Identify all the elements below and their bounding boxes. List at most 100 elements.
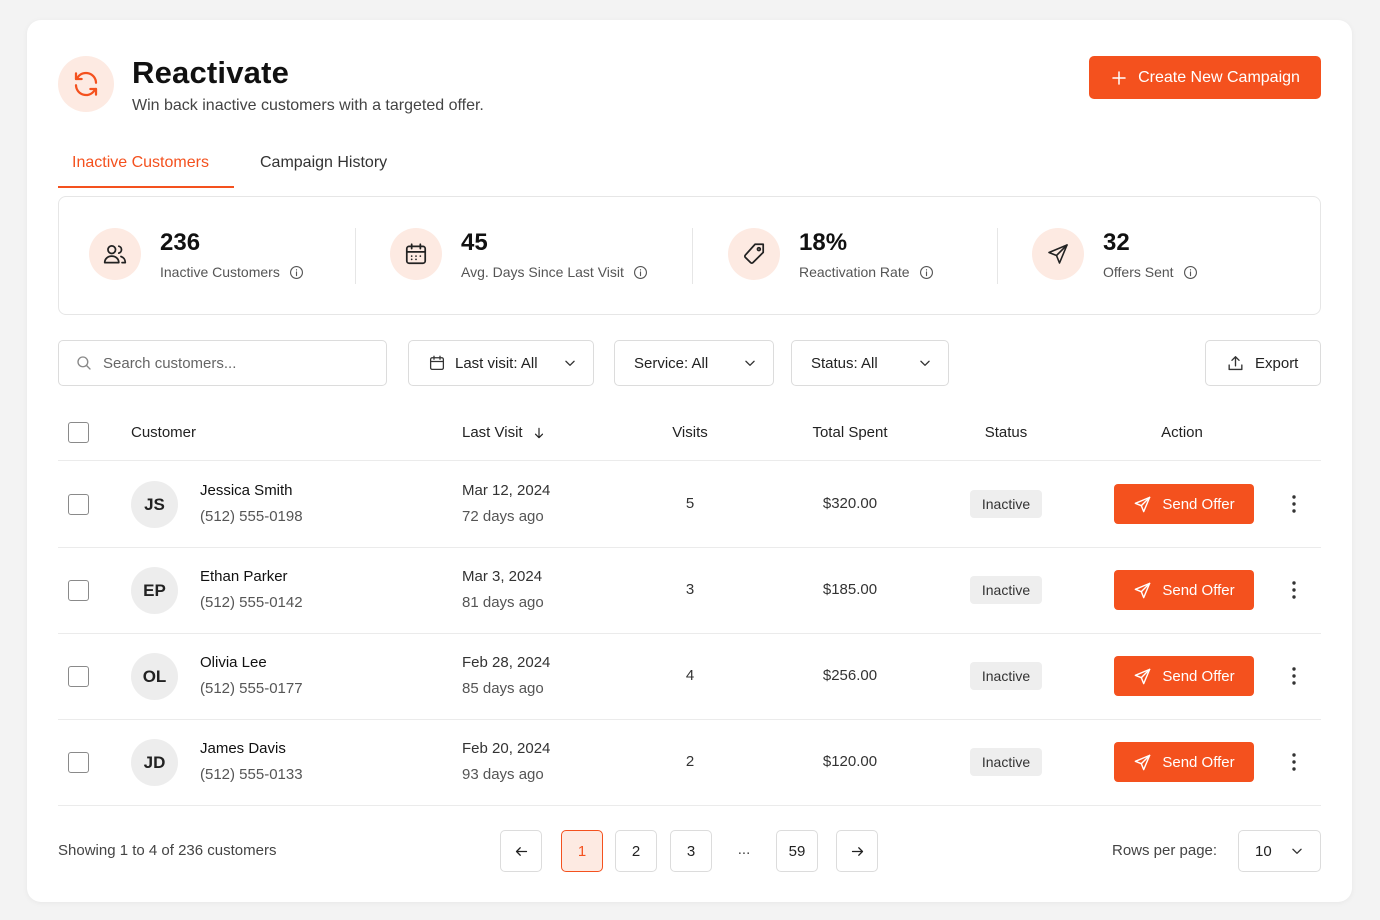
arrow-right-icon [851,846,863,856]
users-icon [89,228,141,280]
column-header-status[interactable]: Status [970,424,1042,441]
column-header-action: Action [1161,424,1203,441]
page-title: Reactivate [132,55,290,90]
total-spent: $185.00 [822,581,878,598]
more-options-icon[interactable] [1285,494,1303,514]
create-campaign-label: Create New Campaign [1138,68,1300,86]
status-badge: Inactive [970,576,1042,604]
status-badge: Inactive [970,748,1042,776]
last-visit-date: Feb 20, 2024 [462,740,551,757]
stats-panel: 236 Inactive Customers 45 Avg. Days Sinc… [58,196,1321,315]
send-icon [1135,668,1151,684]
visits-count: 3 [685,581,695,598]
last-visit-filter[interactable]: Last visit: All [408,340,594,386]
tab-campaign-history[interactable]: Campaign History [260,154,387,172]
status-badge: Inactive [970,490,1042,518]
upload-icon [1228,355,1243,370]
info-icon[interactable] [919,265,934,280]
stat-value: 32 [1103,229,1130,256]
active-tab-indicator [58,186,234,188]
send-offer-label: Send Offer [1162,495,1235,513]
sort-arrow-down-icon[interactable] [532,426,546,440]
customer-name[interactable]: Olivia Lee [200,654,267,671]
last-visit-ago: 72 days ago [462,508,544,525]
search-placeholder: Search customers... [103,354,237,372]
row-checkbox[interactable] [68,494,89,515]
row-checkbox[interactable] [68,666,89,687]
customer-phone: (512) 555-0133 [200,766,303,783]
export-button[interactable]: Export [1205,340,1321,386]
table-row: JS Jessica Smith (512) 555-0198 Mar 12, … [27,461,1352,547]
page-button-1[interactable]: 1 [561,830,603,872]
customer-name[interactable]: James Davis [200,740,286,757]
total-spent: $320.00 [822,495,878,512]
send-icon [1032,228,1084,280]
stat-divider [997,228,998,284]
send-offer-button[interactable]: Send Offer [1114,570,1254,610]
info-icon[interactable] [289,265,304,280]
last-visit-filter-value: Last visit: All [455,354,538,372]
arrow-left-icon [515,846,527,856]
create-campaign-button[interactable]: Create New Campaign [1089,56,1321,99]
avatar: EP [131,567,178,614]
stat-label: Avg. Days Since Last Visit [461,264,624,280]
row-checkbox[interactable] [68,752,89,773]
status-filter[interactable]: Status: All [791,340,949,386]
column-header-customer[interactable]: Customer [131,424,196,441]
chevron-down-icon [1292,848,1302,854]
customer-phone: (512) 555-0142 [200,594,303,611]
last-visit-ago: 81 days ago [462,594,544,611]
service-filter[interactable]: Service: All [614,340,774,386]
calendar-icon [390,228,442,280]
send-icon [1135,582,1151,598]
stat-value: 45 [461,229,488,256]
service-filter-value: Service: All [634,354,709,372]
customer-name[interactable]: Ethan Parker [200,568,288,585]
search-input[interactable]: Search customers... [58,340,387,386]
more-options-icon[interactable] [1285,752,1303,772]
rows-per-page-value: 10 [1255,842,1272,860]
tab-inactive-customers[interactable]: Inactive Customers [72,154,209,172]
showing-count: Showing 1 to 4 of 236 customers [58,842,277,859]
page-button-last[interactable]: 59 [776,830,818,872]
visits-count: 5 [685,495,695,512]
previous-page-button[interactable] [500,830,542,872]
column-header-last-visit[interactable]: Last Visit [462,424,546,441]
status-badge: Inactive [970,662,1042,690]
info-icon[interactable] [633,265,648,280]
chevron-down-icon [920,360,930,366]
stat-label: Reactivation Rate [799,264,910,280]
last-visit-date: Mar 12, 2024 [462,482,551,499]
send-offer-label: Send Offer [1162,581,1235,599]
send-offer-button[interactable]: Send Offer [1114,484,1254,524]
row-checkbox[interactable] [68,580,89,601]
column-header-visits[interactable]: Visits [630,424,750,441]
send-offer-label: Send Offer [1162,753,1235,771]
status-filter-value: Status: All [811,354,878,372]
chevron-down-icon [745,360,755,366]
more-options-icon[interactable] [1285,666,1303,686]
rows-per-page-select[interactable]: 10 [1238,830,1321,872]
visits-count: 4 [685,667,695,684]
next-page-button[interactable] [836,830,878,872]
avatar: JD [131,739,178,786]
avatar: JS [131,481,178,528]
info-icon[interactable] [1183,265,1198,280]
customer-name[interactable]: Jessica Smith [200,482,293,499]
customer-phone: (512) 555-0177 [200,680,303,697]
last-visit-ago: 85 days ago [462,680,544,697]
send-offer-button[interactable]: Send Offer [1114,742,1254,782]
row-divider [58,805,1321,806]
send-offer-label: Send Offer [1162,667,1235,685]
send-offer-button[interactable]: Send Offer [1114,656,1254,696]
page-button-3[interactable]: 3 [670,830,712,872]
total-spent: $256.00 [822,667,878,684]
more-options-icon[interactable] [1285,580,1303,600]
avatar: OL [131,653,178,700]
page-button-2[interactable]: 2 [615,830,657,872]
stat-divider [355,228,356,284]
select-all-checkbox[interactable] [68,422,89,443]
search-icon [77,356,91,370]
stat-divider [692,228,693,284]
column-header-total-spent[interactable]: Total Spent [790,424,910,441]
